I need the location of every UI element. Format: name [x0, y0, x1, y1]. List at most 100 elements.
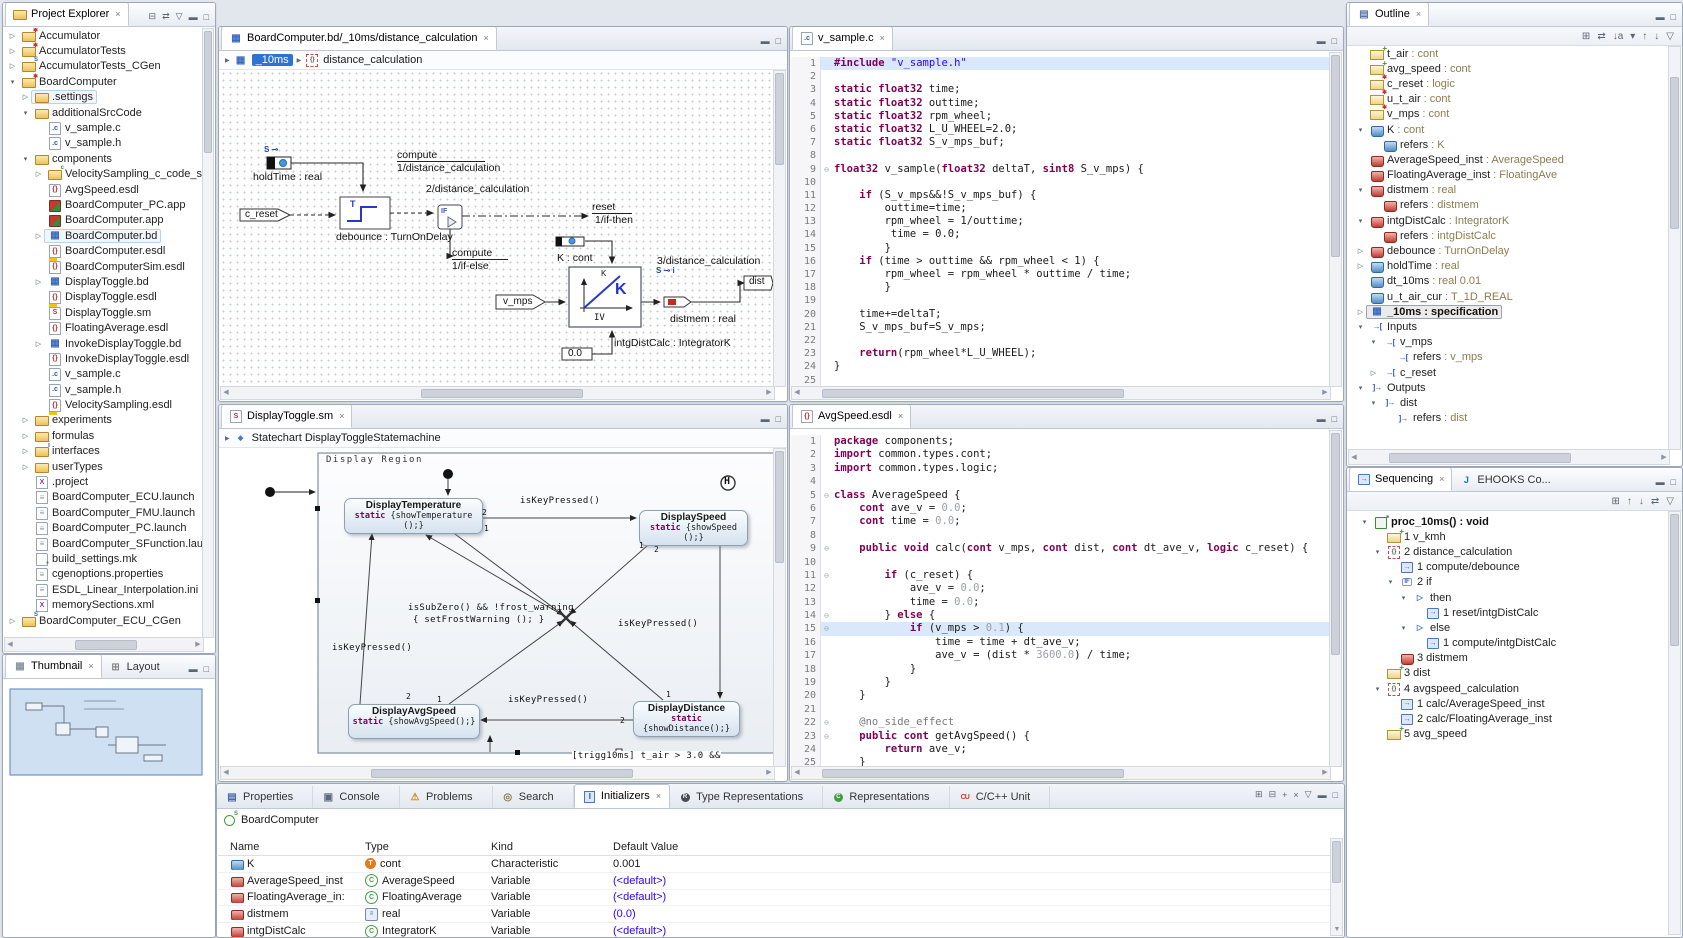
transition-label[interactable]: isKeyPressed() [332, 643, 412, 653]
view-menu-icon[interactable]: ▽ [1666, 496, 1674, 507]
code-line[interactable]: 6 ⊖ static float32 L_U_WHEEL=2.0; [791, 123, 1329, 136]
cell-default-value[interactable]: (0.0) [613, 908, 1332, 920]
tree-item[interactable]: BoardComputer_SFunction.launch [4, 536, 204, 551]
diagram-label[interactable]: S ⊸ [264, 145, 278, 154]
sort-menu-icon[interactable]: ▾ [1630, 31, 1635, 42]
code-line[interactable]: 24 ⊖ return ave_v; [791, 743, 1329, 756]
tree-item[interactable]: ▷ BoardComputer.bd [4, 228, 204, 243]
expand-arrow-icon[interactable]: ▾ [1385, 578, 1396, 586]
scroll-down-icon[interactable]: ▼ [1332, 925, 1342, 935]
outline-item[interactable]: refers : K [1352, 137, 1670, 152]
expand-arrow-icon[interactable]: ▾ [20, 155, 31, 163]
sm-canvas[interactable]: DisplayTemperature static {showTemperatu… [220, 448, 773, 767]
tree-item[interactable]: v_sample.h [4, 136, 204, 151]
outline-item[interactable]: refers : dist [1352, 411, 1670, 426]
tree-item[interactable]: ▷ BoardComputer_ECU_CGen [4, 613, 204, 628]
bottom-tab[interactable]: Representations × [823, 786, 949, 808]
sequence-item[interactable]: 1 compute/debounce [1356, 560, 1670, 575]
tree-item[interactable]: ▷ userTypes [4, 459, 204, 474]
outline-item[interactable]: ▾ intgDistCalc : IntegratorK [1352, 213, 1670, 228]
table-row[interactable]: FloatingAverage_in: FloatingAverage Vari… [218, 890, 1332, 907]
tree-item[interactable]: v_sample.c [4, 120, 204, 135]
transition-label[interactable]: 1 [437, 695, 442, 704]
tab-outline[interactable]: Outline × [1349, 2, 1429, 26]
maximize-icon[interactable]: □ [776, 414, 781, 424]
close-icon[interactable]: × [484, 33, 489, 43]
tab-thumbnail[interactable]: Thumbnail × [5, 654, 102, 678]
move-up-icon[interactable]: ↑ [1627, 496, 1632, 507]
outline-item[interactable]: c_reset : logic [1352, 76, 1670, 91]
tree-item[interactable]: v_sample.c [4, 367, 204, 382]
expand-arrow-icon[interactable]: ▷ [7, 62, 18, 70]
fold-icon[interactable]: ⊖ [821, 730, 832, 743]
code-line[interactable]: 11 ⊖ if (S_v_mps&&!S_v_mps_buf) { [791, 189, 1329, 202]
outline-item[interactable]: ▾ Outputs [1352, 380, 1670, 395]
tree-item[interactable]: BoardComputerSim.esdl [4, 259, 204, 274]
explorer-vscrollbar[interactable] [202, 28, 214, 638]
code-line[interactable]: 23 ⊖ return(rpm_wheel*L_U_WHEEL); [791, 347, 1329, 360]
outline-item[interactable]: refers : intgDistCalc [1352, 228, 1670, 243]
minimize-icon[interactable]: ▬ [1656, 12, 1665, 22]
collapse-all-icon[interactable]: ⊟ [149, 11, 157, 22]
table-row[interactable]: K cont Characteristic 0.001 [218, 856, 1332, 873]
outline-item[interactable]: ▷ c_reset [1352, 365, 1670, 380]
outline-hscrollbar[interactable]: ◀ ▶ [1348, 449, 1670, 465]
minimize-icon[interactable]: ▬ [1317, 414, 1326, 424]
outline-item[interactable]: ▷ holdTime : real [1352, 259, 1670, 274]
outline-item[interactable]: v_mps : cont [1352, 107, 1670, 122]
code-line[interactable]: 14 ⊖ } else { [791, 609, 1329, 622]
code-line[interactable]: 1 ⊖ #include "v_sample.h" [791, 57, 1329, 70]
breadcrumb-10ms[interactable]: _10ms [252, 54, 293, 66]
scroll-left-icon[interactable]: ◀ [1349, 453, 1359, 463]
code-line[interactable]: 7 ⊖ cont time = 0.0; [791, 515, 1329, 528]
maximize-icon[interactable]: □ [204, 664, 209, 674]
tree-item[interactable]: memorySections.xml [4, 597, 204, 612]
expand-arrow-icon[interactable]: ▷ [33, 170, 44, 178]
breadcrumb-statemachine[interactable]: Statechart DisplayToggleStatemachine [252, 432, 441, 444]
minimize-icon[interactable]: ▬ [189, 12, 198, 22]
outline-vscrollbar[interactable] [1668, 46, 1681, 450]
code-line[interactable]: 9 ⊖ float32 v_sample(float32 deltaT, sin… [791, 163, 1329, 176]
code-line[interactable]: 15 ⊖ } [791, 242, 1329, 255]
expand-arrow-icon[interactable]: ▾ [1359, 518, 1370, 526]
maximize-icon[interactable]: □ [1332, 414, 1337, 424]
tree-item[interactable]: BoardComputer.app [4, 213, 204, 228]
esdl-vscrollbar[interactable] [1329, 430, 1342, 767]
tree-item[interactable]: ▷ AccumulatorTests [4, 43, 204, 58]
tree-item[interactable]: DisplayToggle.esdl [4, 290, 204, 305]
table-row[interactable]: intgDistCalc IntegratorK Variable (<defa… [218, 923, 1332, 938]
code-line[interactable]: 22 ⊖ [791, 334, 1329, 347]
code-line[interactable]: 17 ⊖ rpm_wheel = rpm_wheel * outtime / t… [791, 268, 1329, 281]
diagram-label[interactable]: debounce : TurnOnDelay [336, 231, 453, 243]
sequence-item[interactable]: 1 reset/intgDistCalc [1356, 605, 1670, 620]
c-vscrollbar[interactable] [1329, 52, 1342, 387]
code-line[interactable]: 8 ⊖ [791, 529, 1329, 542]
sequencing-vscrollbar[interactable] [1668, 511, 1681, 935]
outline-item[interactable]: AverageSpeed_inst : AverageSpeed [1352, 152, 1670, 167]
expand-arrow-icon[interactable]: ▷ [1355, 262, 1366, 270]
sequencing-tree[interactable]: ▾ proc_10ms() : void 1 v_kmh ▾ 2 distanc… [1348, 514, 1670, 935]
bottom-tab[interactable]: Initializers × [574, 784, 670, 808]
bd-hscrollbar[interactable]: ◀ ▶ [220, 386, 775, 400]
tree-item[interactable]: ▷ interfaces [4, 444, 204, 459]
expand-arrow-icon[interactable]: ▾ [1355, 126, 1366, 134]
sm-hscrollbar[interactable]: ◀ ▶ [220, 766, 775, 780]
transition-label[interactable]: Display Region [326, 455, 423, 465]
diagram-label[interactable]: compute [397, 149, 485, 162]
code-line[interactable]: 8 ⊖ [791, 149, 1329, 162]
scroll-left-icon[interactable]: ◀ [792, 768, 802, 778]
expand-arrow-icon[interactable]: ▾ [1355, 186, 1366, 194]
thumbnail-canvas[interactable] [4, 679, 214, 936]
cell-default-value[interactable]: 0.001 [613, 858, 1332, 870]
fold-icon[interactable]: ⊖ [821, 609, 832, 622]
code-line[interactable]: 21 ⊖ S_v_mps_buf=S_v_mps; [791, 321, 1329, 334]
bottom-tab[interactable]: C/C++ Unit × [950, 786, 1051, 808]
sm-vscrollbar[interactable] [773, 448, 786, 767]
diagram-label[interactable]: c_reset [245, 209, 278, 220]
diagram-label[interactable]: holdTime : real [253, 171, 322, 183]
scroll-right-icon[interactable]: ▶ [1320, 768, 1330, 778]
add-column-icon[interactable]: ⊞ [1255, 789, 1263, 800]
col-name[interactable]: Name [230, 841, 365, 853]
code-line[interactable]: 16 ⊖ if (time > outtime && rpm_wheel < 1… [791, 255, 1329, 268]
add-icon[interactable]: + [1282, 790, 1287, 800]
